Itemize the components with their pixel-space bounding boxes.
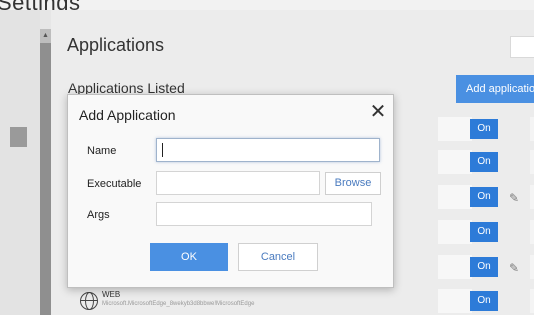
app-row-bg [438,185,472,209]
row-sliver [530,289,534,313]
args-input[interactable] [156,202,372,226]
app-row-bg [438,220,472,244]
row-sliver [530,117,534,141]
executable-label: Executable [87,178,142,190]
search-box[interactable] [510,36,534,58]
row-sliver [530,185,534,209]
pencil-icon[interactable]: ✎ [509,261,523,275]
nav-selection-marker[interactable] [10,127,27,147]
close-icon[interactable]: ✕ [369,102,387,122]
left-nav [0,10,40,315]
toggle-on-button[interactable]: On [470,152,498,172]
app-name: WEB [102,290,121,299]
globe-icon [80,292,98,310]
section-title: Applications [67,35,165,55]
toggle-on-button[interactable]: On [470,119,498,139]
scrollbar[interactable] [40,29,51,315]
dialog-title: Add Application [79,107,176,123]
toggle-on-button[interactable]: On [470,222,498,242]
browse-button[interactable]: Browse [325,172,381,195]
add-application-dialog: Add Application ✕ Name Executable Browse… [67,94,394,288]
text-caret [162,143,163,157]
app-row-bg [438,255,472,279]
toggle-on-button[interactable]: On [470,291,498,311]
row-sliver [530,150,534,174]
row-sliver [530,220,534,244]
args-label: Args [87,209,110,221]
app-row-bg [438,117,472,141]
name-input[interactable] [156,138,380,162]
executable-input[interactable] [156,171,320,195]
cancel-button[interactable]: Cancel [238,243,318,271]
toggle-on-button[interactable]: On [470,187,498,207]
web-app-entry[interactable]: WEB Microsoft.MicrosoftEdge_8wekyb3d8bbw… [80,288,380,315]
row-sliver [530,255,534,279]
ok-button[interactable]: OK [150,243,228,271]
scroll-up-icon[interactable]: ▲ [40,29,51,43]
pencil-icon[interactable]: ✎ [509,191,523,205]
add-application-button[interactable]: Add application [456,75,534,103]
name-label: Name [87,145,117,157]
app-row-bg [438,289,472,313]
toggle-on-button[interactable]: On [470,257,498,277]
app-path: Microsoft.MicrosoftEdge_8wekyb3d8bbwe!Mi… [102,301,255,307]
app-row-bg [438,150,472,174]
